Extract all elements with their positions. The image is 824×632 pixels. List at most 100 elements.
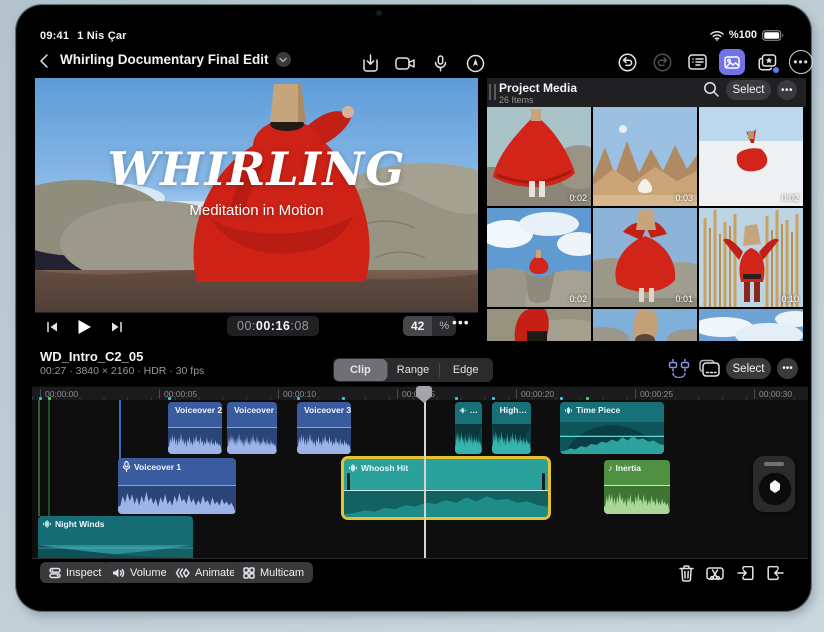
more-options-icon[interactable]: ••• — [789, 50, 813, 74]
media-more-icon[interactable]: ••• — [777, 80, 797, 100]
clip-duration: 0:02 — [569, 294, 587, 304]
multicam-label: Multicam — [260, 566, 305, 579]
inspector-panel-icon[interactable] — [684, 49, 710, 75]
clip-browser-icon[interactable] — [699, 359, 720, 377]
date: 1 Nis Çar — [77, 30, 127, 42]
lane-edge-line — [38, 400, 40, 516]
media-thumbnail[interactable] — [699, 309, 803, 341]
viewer-more-icon[interactable]: ••• — [452, 314, 470, 330]
undo-icon[interactable] — [614, 49, 640, 75]
blade-cut-icon[interactable] — [703, 561, 727, 585]
selection-mode-control: Clip Range Edge — [333, 358, 493, 382]
timeline-clip-voiceover3[interactable]: Voiceover 3 — [297, 402, 351, 454]
export-icon[interactable] — [357, 50, 383, 76]
header-right-tools: ••• — [614, 49, 813, 75]
clip-label: Voiceover 2 — [234, 405, 277, 415]
animate-label: Animate — [195, 566, 236, 579]
next-frame-icon[interactable] — [104, 315, 128, 339]
media-thumbnail[interactable]: 0:03 — [593, 107, 697, 206]
battery-percent: %100 — [728, 29, 757, 41]
timeline-clip-sfx[interactable]: … — [455, 402, 482, 454]
timeline-clip-inertia[interactable]: ♪ Inertia — [604, 460, 670, 514]
media-thumbnail[interactable]: 0:02 — [487, 208, 591, 307]
timeline-clip-voiceover2[interactable]: Voiceover 2 — [168, 402, 222, 454]
battery-icon — [762, 29, 784, 41]
lane-edge-line — [48, 400, 50, 516]
volume-button[interactable]: Volume — [103, 562, 176, 583]
media-select-button[interactable]: Select — [726, 80, 771, 100]
media-thumbnail[interactable]: 0:02 — [487, 107, 591, 206]
ruler-label: 00:00:30 — [754, 389, 792, 399]
video-subtitle-overlay: Meditation in Motion — [189, 202, 324, 219]
clip-label: Time Piece — [576, 405, 621, 415]
redo-icon[interactable] — [649, 49, 675, 75]
viewer-zoom-control[interactable]: 42 % — [403, 316, 457, 336]
insert-clip-icon[interactable] — [733, 561, 757, 585]
ruler-label: 00:00:25 — [635, 389, 673, 399]
ruler-label: 00:00:20 — [516, 389, 554, 399]
header-center-tools — [357, 50, 488, 76]
page-title: Whirling Documentary Final Edit — [60, 52, 269, 67]
record-voiceover-icon[interactable] — [427, 50, 453, 76]
record-video-icon[interactable] — [392, 50, 418, 76]
pencil-tools-icon[interactable] — [462, 50, 488, 76]
search-icon[interactable] — [703, 81, 720, 98]
volume-line[interactable] — [344, 490, 548, 491]
jog-dial[interactable] — [758, 472, 792, 506]
media-thumbnail[interactable] — [487, 309, 591, 341]
media-thumbnail[interactable]: 0:01 — [593, 208, 697, 307]
clip-label: High… — [499, 405, 527, 415]
timecode-suffix: :08 — [290, 319, 310, 333]
timeline-more-icon[interactable]: ••• — [777, 358, 798, 379]
clip-label: Voiceover 2 — [175, 405, 222, 415]
volume-label: Volume — [130, 566, 167, 579]
timeline-clip-high[interactable]: High… — [492, 402, 531, 454]
timeline-clip-info: 00:27 · 3840 × 2160 · HDR · 30 fps — [40, 365, 205, 377]
effects-browser-icon[interactable] — [754, 49, 780, 75]
back-button[interactable] — [38, 53, 50, 69]
timeline-tracks[interactable]: Voiceover 2 Voiceover 2 Voiceover 3 … Hi… — [32, 397, 808, 558]
jog-wheel[interactable] — [753, 456, 795, 512]
animate-button[interactable]: Animate — [166, 562, 245, 583]
clip-label: Whoosh Hit — [361, 463, 409, 473]
jog-handle-bar — [764, 462, 784, 466]
inspect-button[interactable]: Inspect — [40, 562, 111, 583]
mode-range[interactable]: Range — [386, 359, 440, 381]
inspect-label: Inspect — [66, 566, 102, 579]
panel-drag-handle[interactable] — [489, 84, 496, 100]
zoom-value[interactable]: 42 — [403, 316, 433, 336]
connections-icon[interactable] — [668, 358, 690, 378]
timeline-clip-night-winds[interactable]: Night Winds — [38, 516, 193, 558]
clip-duration: 0:02 — [569, 193, 587, 203]
timeline-clip-whoosh-hit-selected[interactable]: Whoosh Hit — [341, 456, 551, 520]
clip-label: Voiceover 3 — [304, 405, 351, 415]
title-menu-button[interactable] — [275, 52, 291, 67]
previous-frame-icon[interactable] — [40, 315, 64, 339]
mode-clip[interactable]: Clip — [334, 359, 387, 381]
media-thumbnail[interactable]: 0:02 — [699, 107, 803, 206]
timecode-display[interactable]: 00: 00:16:08 — [227, 316, 320, 336]
mode-edge[interactable]: Edge — [439, 359, 492, 381]
footer-divider — [32, 558, 808, 559]
clip-duration: 0:02 — [781, 193, 799, 203]
timeline-clip-voiceover2[interactable]: Voiceover 2 — [227, 402, 277, 454]
multicam-button[interactable]: Multicam — [234, 562, 314, 583]
play-icon[interactable] — [72, 315, 96, 339]
media-browser-icon[interactable] — [719, 49, 745, 75]
project-title-bar[interactable]: Whirling Documentary Final Edit — [60, 52, 291, 67]
clock: 09:41 — [40, 30, 70, 42]
append-clip-icon[interactable] — [763, 561, 787, 585]
playhead-line[interactable] — [424, 400, 426, 558]
timeline-select-button[interactable]: Select — [726, 358, 771, 379]
device-frame: 09:41 1 Nis Çar %100 Whirling Documentar… — [0, 0, 824, 632]
media-thumbnail[interactable] — [593, 309, 697, 341]
delete-icon[interactable] — [674, 561, 698, 585]
timeline-clip-voiceover1[interactable]: Voiceover 1 — [118, 458, 236, 514]
timeline-clip-time-piece[interactable]: Time Piece — [560, 402, 664, 454]
clip-label: Voiceover 1 — [134, 461, 182, 472]
ruler-label: 00:00:05 — [159, 389, 197, 399]
jog-pointer — [770, 480, 780, 493]
timecode-prefix: 00: — [237, 319, 256, 333]
media-thumbnail[interactable]: 0:10 — [699, 208, 803, 307]
panel-item-count: 26 Items — [499, 95, 534, 105]
